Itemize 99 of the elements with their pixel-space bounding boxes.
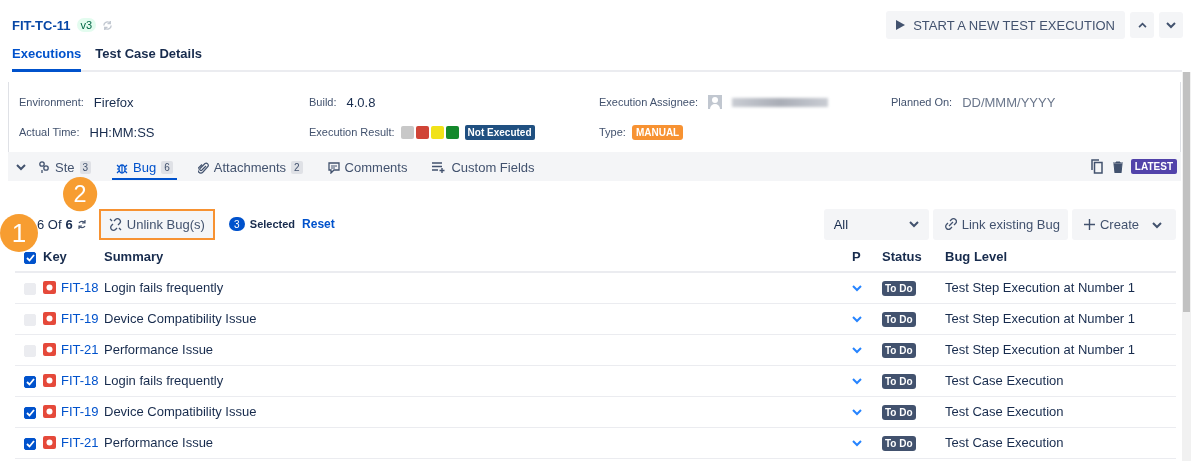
checkbox[interactable] [24, 375, 36, 388]
result-count: 6 Of 6 [37, 216, 73, 232]
step-callout: 1 [0, 214, 38, 252]
link-bug-button[interactable]: Link existing Bug [932, 208, 1068, 240]
field-value: HH:MM:SS [89, 124, 155, 140]
list-add-icon [432, 162, 447, 173]
bug-type-icon [43, 374, 56, 387]
tab[interactable]: Attachments 2 [193, 157, 307, 180]
status-badge: To Do [882, 436, 916, 451]
reset-link[interactable]: Reset [302, 217, 335, 231]
issue-key-link[interactable]: FIT-19 [61, 404, 99, 419]
field-value: 4.0.8 [346, 94, 376, 110]
caret-down-icon [1166, 21, 1176, 29]
checkbox[interactable] [24, 251, 36, 264]
selected-label: Selected [249, 218, 296, 230]
table-cell: Device Compatibility Issue [104, 311, 257, 326]
bug-type-icon [43, 281, 56, 295]
status-badge: Not Executed [464, 124, 535, 140]
column-header: P [852, 249, 861, 264]
previous-button[interactable] [1130, 12, 1154, 38]
bug-type-icon [43, 312, 56, 325]
step-callout: 2 [63, 177, 98, 212]
caret-up-icon [1137, 22, 1147, 28]
priority-low-icon [852, 409, 862, 416]
priority-low-icon [852, 347, 862, 354]
chevron-down-icon [16, 164, 26, 171]
avatar-icon [708, 95, 723, 109]
type-badge: MANUAL [631, 124, 684, 140]
table-cell: Test Step Execution at Number 1 [945, 311, 1136, 326]
tab[interactable]: Ste 3 [34, 157, 96, 180]
priority-low-icon [852, 378, 862, 385]
field-label: Execution Assignee: [599, 96, 699, 108]
table-cell: Login fails frequently [104, 373, 224, 388]
table-cell: Performance Issue [104, 435, 214, 450]
unlink-bugs-button[interactable]: Unlink Bug(s) [98, 208, 215, 240]
checkbox[interactable] [24, 437, 36, 450]
chevron-down-icon [908, 220, 919, 228]
tab[interactable]: Comments [323, 157, 412, 180]
steps-icon [38, 161, 50, 174]
bug-type-icon [43, 436, 56, 449]
field-label: Planned On: [891, 96, 953, 108]
table-cell: Test Step Execution at Number 1 [945, 280, 1136, 296]
status-badge: To Do [882, 312, 916, 327]
next-button[interactable] [1159, 12, 1183, 38]
table-cell: Test Case Execution [945, 373, 1064, 388]
tab[interactable]: Executions [12, 42, 82, 72]
checkbox[interactable] [24, 406, 36, 419]
table-cell: Performance Issue [104, 342, 214, 357]
tab[interactable]: Custom Fields [428, 157, 539, 180]
scrollbar[interactable] [1183, 72, 1190, 312]
broken-link-icon [108, 217, 122, 231]
tab[interactable]: Bug 6 [112, 157, 177, 180]
version-badge: v3 [76, 18, 97, 32]
start-execution-button[interactable]: START A NEW TEST EXECUTION [886, 11, 1125, 39]
chevron-down-icon [1152, 221, 1162, 229]
result-option[interactable] [445, 125, 459, 139]
field-value: Firefox [93, 94, 134, 110]
bug-type-icon [43, 405, 56, 418]
field-value: DD/MMM/YYYY [962, 94, 1056, 110]
table-cell: Login fails frequently [104, 280, 224, 296]
paperclip-icon [197, 161, 209, 174]
table-cell: Device Compatibility Issue [104, 404, 257, 419]
table-cell: Test Case Execution [945, 404, 1064, 419]
column-header: Summary [104, 249, 164, 264]
plus-icon [1083, 218, 1095, 230]
column-header: Key [43, 249, 67, 264]
test-case-key[interactable]: FIT-TC-11 [12, 17, 71, 33]
table-cell: Test Step Execution at Number 1 [945, 342, 1136, 357]
status-badge: To Do [882, 405, 916, 420]
copy-icon[interactable] [1090, 159, 1103, 174]
priority-low-icon [852, 316, 862, 323]
status-badge: To Do [882, 281, 916, 297]
field-label: Actual Time: [19, 126, 80, 138]
column-header: Status [882, 249, 922, 264]
latest-badge: LATEST [1130, 159, 1177, 174]
bug-type-icon [43, 343, 56, 356]
bug-icon [116, 161, 129, 174]
create-button[interactable]: Create [1071, 208, 1176, 240]
column-header: Bug Level [945, 249, 1008, 264]
issue-key-link[interactable]: FIT-18 [61, 373, 99, 388]
field-label: Environment: [19, 96, 84, 108]
selected-count-badge: 3 [228, 217, 245, 231]
status-badge: To Do [882, 343, 916, 358]
tab[interactable]: Test Case Details [95, 42, 203, 72]
link-icon [944, 218, 957, 230]
refresh-icon[interactable] [76, 218, 87, 230]
field-label: Build: [309, 96, 337, 108]
status-badge: To Do [882, 374, 916, 389]
play-icon [896, 20, 906, 30]
field-label: Type: [599, 126, 626, 138]
field-label: Execution Result: [309, 126, 395, 138]
table-cell: Test Case Execution [945, 435, 1064, 450]
comment-icon [327, 161, 340, 174]
trash-icon[interactable] [1112, 160, 1123, 173]
priority-low-icon [852, 285, 862, 293]
filter-dropdown[interactable]: All [823, 208, 929, 240]
issue-key-link[interactable]: FIT-21 [61, 435, 99, 450]
result-option[interactable] [415, 125, 429, 139]
priority-low-icon [852, 440, 862, 447]
